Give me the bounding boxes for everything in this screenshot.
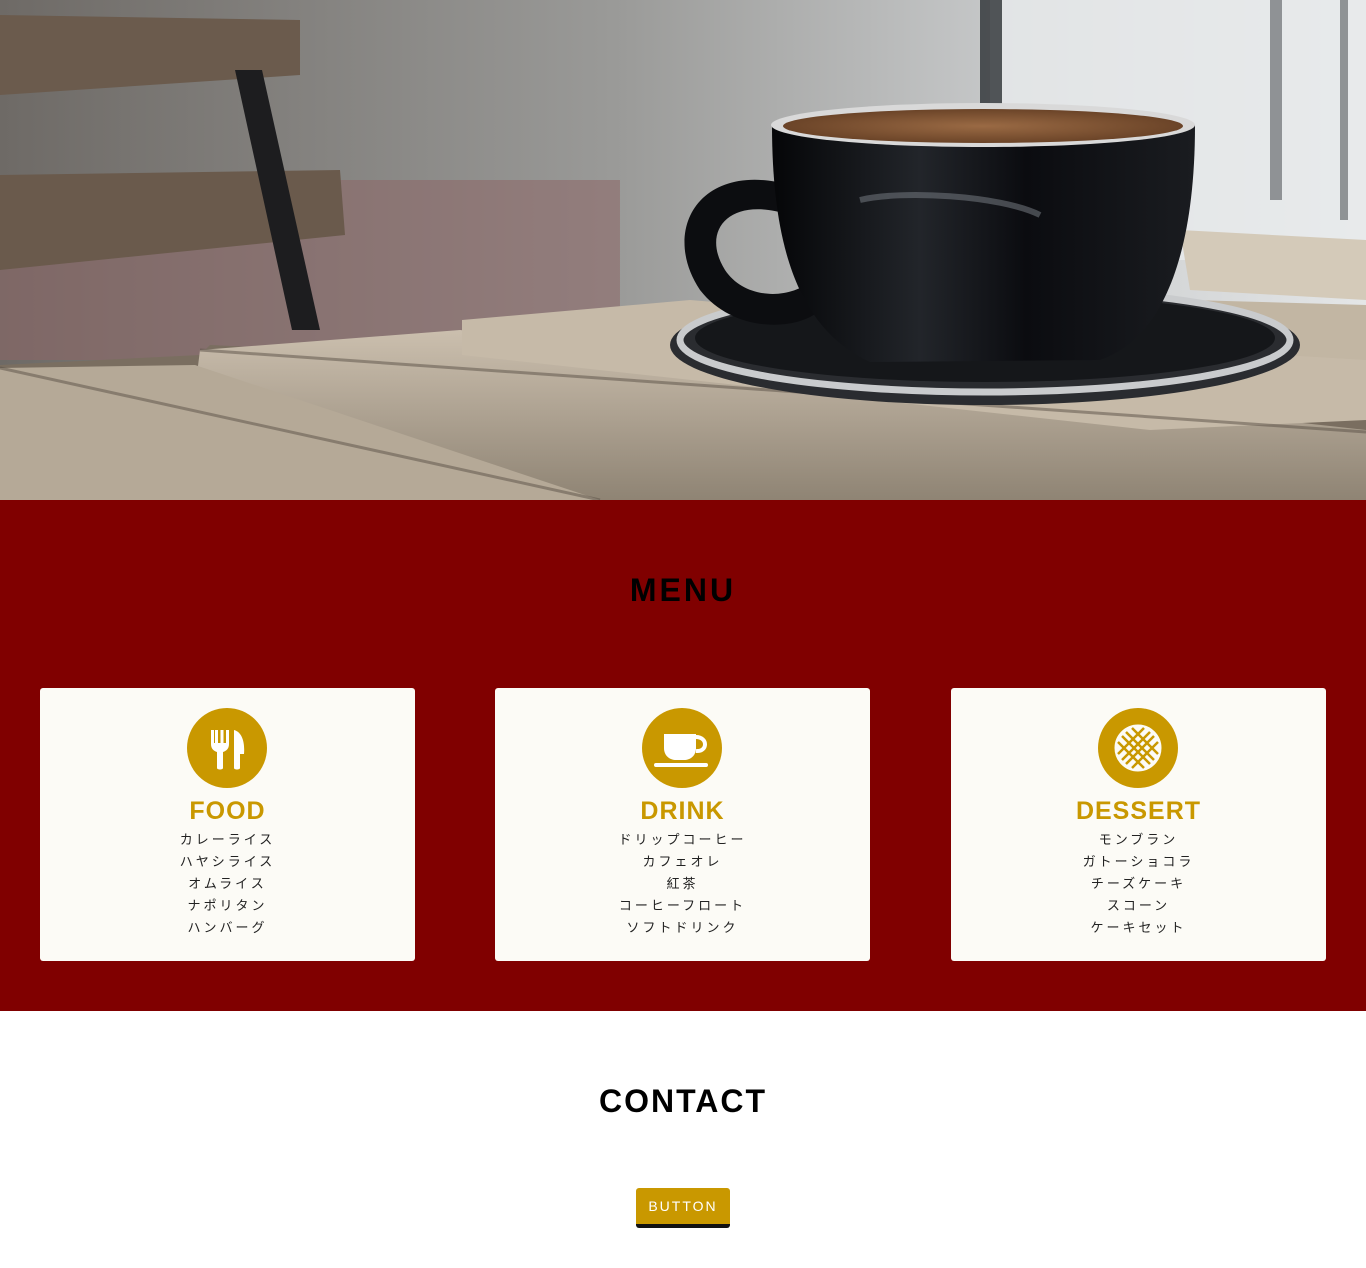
waffle-icon xyxy=(1098,708,1178,788)
coffee-cup-icon xyxy=(642,708,722,788)
food-title: FOOD xyxy=(189,797,266,825)
menu-cards: FOOD カレーライス ハヤシライス オムライス ナポリタン ハンバーグ DRI… xyxy=(40,688,1326,961)
dessert-title: DESSERT xyxy=(1075,797,1202,825)
drink-title: DRINK xyxy=(640,797,725,825)
contact-heading: CONTACT xyxy=(598,1083,768,1119)
list-item: ソフトドリンク xyxy=(626,921,739,936)
list-item: カレーライス xyxy=(179,833,276,848)
drink-item-list: ドリップコーヒー カフェオレ 紅茶 コーヒーフロート ソフトドリンク xyxy=(495,830,870,940)
dessert-item-list: モンブラン ガトーショコラ チーズケーキ スコーン ケーキセット xyxy=(951,830,1326,940)
menu-heading: MENU xyxy=(629,572,737,608)
list-item: ハンバーグ xyxy=(187,921,268,936)
contact-button[interactable]: BUTTON xyxy=(636,1188,730,1228)
contact-section: CONTACT BUTTON xyxy=(0,1011,1366,1268)
list-item: ハヤシライス xyxy=(179,855,276,870)
list-item: コーヒーフロート xyxy=(618,899,747,914)
hero-image xyxy=(0,0,1366,500)
list-item: ガトーショコラ xyxy=(1082,855,1195,870)
list-item: スコーン xyxy=(1106,899,1171,914)
list-item: モンブラン xyxy=(1098,833,1179,848)
list-item: 紅茶 xyxy=(666,877,699,892)
fork-knife-icon xyxy=(187,708,267,788)
food-card: FOOD カレーライス ハヤシライス オムライス ナポリタン ハンバーグ xyxy=(40,688,415,961)
list-item: ドリップコーヒー xyxy=(618,833,747,848)
list-item: ケーキセット xyxy=(1090,921,1187,936)
list-item: ナポリタン xyxy=(187,899,268,914)
drink-card: DRINK ドリップコーヒー カフェオレ 紅茶 コーヒーフロート ソフトドリンク xyxy=(495,688,870,961)
menu-section: MENU FOOD カレーライス ハヤシライス オムライス ナポリタン ハンバー… xyxy=(0,500,1366,1011)
dessert-card: DESSERT モンブラン ガトーショコラ チーズケーキ スコーン ケーキセット xyxy=(951,688,1326,961)
coffee-cup-photo xyxy=(0,0,1366,500)
list-item: オムライス xyxy=(188,877,267,892)
food-item-list: カレーライス ハヤシライス オムライス ナポリタン ハンバーグ xyxy=(40,830,415,940)
list-item: カフェオレ xyxy=(642,855,723,870)
list-item: チーズケーキ xyxy=(1090,877,1187,892)
